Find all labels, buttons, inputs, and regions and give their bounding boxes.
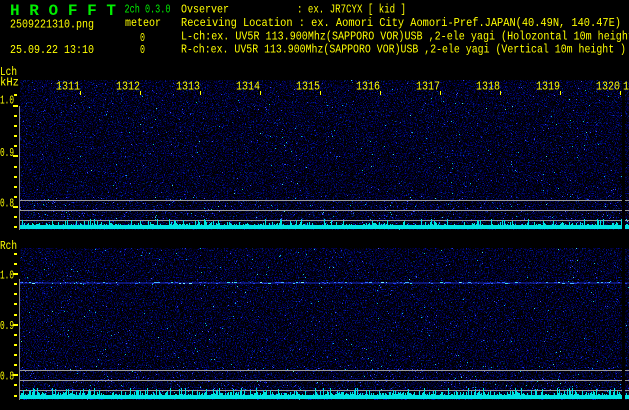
svg-text:1314: 1314 [236, 81, 260, 94]
svg-text:Rch: Rch [0, 240, 17, 253]
svg-text:meteor: meteor [125, 17, 161, 30]
svg-text:1311: 1311 [56, 81, 80, 94]
svg-text:1318: 1318 [476, 81, 500, 94]
svg-text:2509221310.png: 2509221310.png [10, 19, 94, 32]
svg-text:: ex. JR7CYX [ kid ]: : ex. JR7CYX [ kid ] [297, 4, 406, 17]
svg-text:10: 10 [623, 81, 629, 94]
svg-text:2ch 0.3.0: 2ch 0.3.0 [125, 4, 171, 17]
svg-text:H R O F F T: H R O F F T [10, 2, 116, 20]
svg-text:L-ch:ex. UV5R 113.900Mhz(SAPPO: L-ch:ex. UV5R 113.900Mhz(SAPPORO VOR)USB… [181, 31, 629, 44]
svg-text:1316: 1316 [356, 81, 380, 94]
svg-text:0.9: 0.9 [0, 320, 14, 333]
svg-text:25.09.22 13:10: 25.09.22 13:10 [10, 44, 94, 57]
svg-text:1319: 1319 [536, 81, 560, 94]
svg-text:1.0: 1.0 [0, 270, 14, 283]
svg-text:0.8: 0.8 [0, 371, 14, 384]
svg-text:R-ch:ex. UV5R 113.900Mhz(SAPPO: R-ch:ex. UV5R 113.900Mhz(SAPPORO VOR)USB… [181, 44, 626, 57]
svg-text:1317: 1317 [416, 81, 440, 94]
svg-text:Ovserver: Ovserver [181, 4, 229, 17]
svg-text:1312: 1312 [116, 81, 140, 94]
svg-text:1.0: 1.0 [0, 95, 14, 108]
svg-text:Receiving Location : ex. Aomor: Receiving Location : ex. Aomori City Aom… [181, 17, 621, 30]
svg-text:1313: 1313 [176, 81, 200, 94]
svg-text:kHz: kHz [0, 77, 19, 90]
svg-text:1320: 1320 [596, 81, 620, 94]
svg-text:0: 0 [140, 44, 145, 57]
svg-text:1315: 1315 [296, 81, 320, 94]
svg-text:0.9: 0.9 [0, 148, 14, 161]
svg-text:0.8: 0.8 [0, 198, 14, 211]
